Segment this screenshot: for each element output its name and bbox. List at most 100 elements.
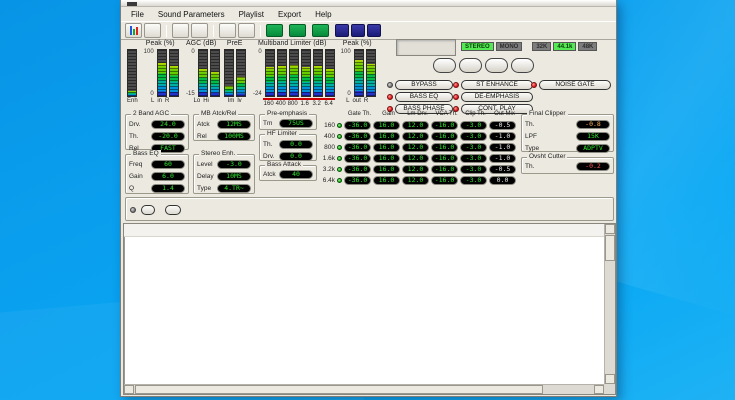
- band-label: 160: [321, 122, 337, 129]
- button-bypass[interactable]: BYPASS: [395, 80, 453, 90]
- band-value[interactable]: 16.0: [373, 143, 400, 152]
- menu-sound-parameters[interactable]: Sound Parameters: [151, 9, 232, 20]
- band-value[interactable]: -0.5: [489, 121, 516, 130]
- param-value-type[interactable]: 4.TR~: [217, 184, 251, 193]
- param-value-q[interactable]: 1.4: [151, 184, 185, 193]
- band-value[interactable]: -36.0: [344, 143, 371, 152]
- menu-export[interactable]: Export: [271, 9, 308, 20]
- stop-toolbar-button[interactable]: [191, 23, 208, 38]
- band-value[interactable]: -3.0: [460, 121, 487, 130]
- param-label: Gain: [129, 173, 143, 180]
- band-value[interactable]: 16.0: [373, 132, 400, 141]
- band-value[interactable]: 16.0: [373, 121, 400, 130]
- fast-forward-button[interactable]: [485, 58, 508, 73]
- param-value-th[interactable]: 0.0: [279, 140, 313, 149]
- button-de-emphasis[interactable]: DE-EMPHASIS: [461, 92, 533, 102]
- param-value-tm[interactable]: 75US: [279, 119, 313, 128]
- scroll-right-icon[interactable]: [594, 385, 604, 394]
- scroll-up-icon[interactable]: [605, 224, 615, 234]
- band-value[interactable]: 0.0: [489, 176, 516, 185]
- param-label: Type: [525, 145, 539, 152]
- init-button[interactable]: [165, 205, 181, 215]
- param-value-th[interactable]: -0.2: [576, 162, 610, 171]
- band-value[interactable]: -16.0: [431, 143, 458, 152]
- band-value[interactable]: 12.0: [402, 176, 429, 185]
- band-value[interactable]: -1.0: [489, 143, 516, 152]
- param-value-th[interactable]: -0.8: [576, 120, 610, 129]
- preset-fm-button[interactable]: [312, 24, 329, 37]
- horizontal-scroll-thumb[interactable]: [135, 385, 543, 394]
- vertical-scroll-thumb[interactable]: [605, 235, 615, 261]
- band-value[interactable]: 12.0: [402, 165, 429, 174]
- band-value[interactable]: -1.0: [489, 154, 516, 163]
- band-value[interactable]: -3.0: [460, 154, 487, 163]
- band-value[interactable]: -36.0: [344, 165, 371, 174]
- scroll-left-icon[interactable]: [124, 385, 134, 394]
- band-value[interactable]: 12.0: [402, 132, 429, 141]
- preset-am-button[interactable]: [289, 24, 306, 37]
- menu-file[interactable]: File: [124, 9, 151, 20]
- band-value[interactable]: -16.0: [431, 154, 458, 163]
- band-value[interactable]: 12.0: [402, 154, 429, 163]
- band-value[interactable]: -3.0: [460, 132, 487, 141]
- band-value[interactable]: -16.0: [431, 165, 458, 174]
- menu-help[interactable]: Help: [308, 9, 338, 20]
- badge-mono: MONO: [496, 42, 523, 51]
- param-value-level[interactable]: -3.0: [217, 160, 251, 169]
- param-value-atck[interactable]: 12MS: [217, 120, 251, 129]
- meter-title: Peak (%): [343, 40, 372, 48]
- program-p1-button[interactable]: [335, 24, 349, 37]
- levels-button[interactable]: [125, 23, 142, 38]
- button-st-enhance[interactable]: ST ENHANCE: [461, 80, 533, 90]
- preset-db-button[interactable]: [266, 24, 283, 37]
- band-value[interactable]: -36.0: [344, 154, 371, 163]
- band-value[interactable]: -3.0: [460, 165, 487, 174]
- band-value[interactable]: 16.0: [373, 165, 400, 174]
- program-p3-button[interactable]: [367, 24, 381, 37]
- band-value[interactable]: -3.0: [460, 143, 487, 152]
- param-value-drv[interactable]: 0.0: [279, 152, 313, 161]
- menu-playlist[interactable]: Playlist: [232, 9, 271, 20]
- button-noise-gate[interactable]: NOISE GATE: [539, 80, 611, 90]
- close-dsp-button[interactable]: [144, 23, 161, 38]
- param-value-rel[interactable]: 100MS: [217, 132, 251, 141]
- band-value[interactable]: -16.0: [431, 176, 458, 185]
- band-value[interactable]: -16.0: [431, 121, 458, 130]
- band-value[interactable]: -36.0: [344, 121, 371, 130]
- meter-fill: [367, 64, 375, 96]
- band-value[interactable]: 16.0: [373, 176, 400, 185]
- param-value-th[interactable]: -20.0: [151, 132, 185, 141]
- param-value-drv[interactable]: 24.0: [151, 120, 185, 129]
- desktop: FileSound ParametersPlaylistExportHelp: [0, 0, 735, 400]
- param-value-gain[interactable]: 6.0: [151, 172, 185, 181]
- channel-badges: STEREOMONO32K44.1k48K: [461, 42, 597, 51]
- param-value-lpf[interactable]: 15K: [576, 132, 610, 141]
- param-value-delay[interactable]: 10MS: [217, 172, 251, 181]
- play-toolbar-button[interactable]: [172, 23, 189, 38]
- param-value-freq[interactable]: 60: [151, 160, 185, 169]
- band-value[interactable]: -3.0: [460, 176, 487, 185]
- band-value[interactable]: 16.0: [373, 154, 400, 163]
- convert-button[interactable]: [238, 23, 255, 38]
- band-value[interactable]: -36.0: [344, 176, 371, 185]
- band-value[interactable]: 12.0: [402, 121, 429, 130]
- export-button[interactable]: [219, 23, 236, 38]
- band-value[interactable]: -1.0: [489, 132, 516, 141]
- param-value-type[interactable]: ADPTV: [576, 144, 610, 153]
- button-bass-eq[interactable]: BASS EQ: [395, 92, 453, 102]
- band-value[interactable]: -36.0: [344, 132, 371, 141]
- skip-forward-button[interactable]: [511, 58, 534, 73]
- scroll-down-icon[interactable]: [605, 374, 615, 384]
- play-button[interactable]: [459, 58, 482, 73]
- title-bar[interactable]: [121, 0, 616, 7]
- vertical-scrollbar[interactable]: [604, 224, 615, 384]
- stop-button[interactable]: [433, 58, 456, 73]
- horizontal-scrollbar[interactable]: [124, 384, 604, 394]
- param-value-atck[interactable]: 40: [279, 170, 313, 179]
- program-p2-button[interactable]: [351, 24, 365, 37]
- band-value[interactable]: -16.0: [431, 132, 458, 141]
- virtual-room-button[interactable]: [141, 205, 155, 215]
- band-value[interactable]: -0.5: [489, 165, 516, 174]
- meter-fill: [290, 65, 298, 96]
- band-value[interactable]: 12.0: [402, 143, 429, 152]
